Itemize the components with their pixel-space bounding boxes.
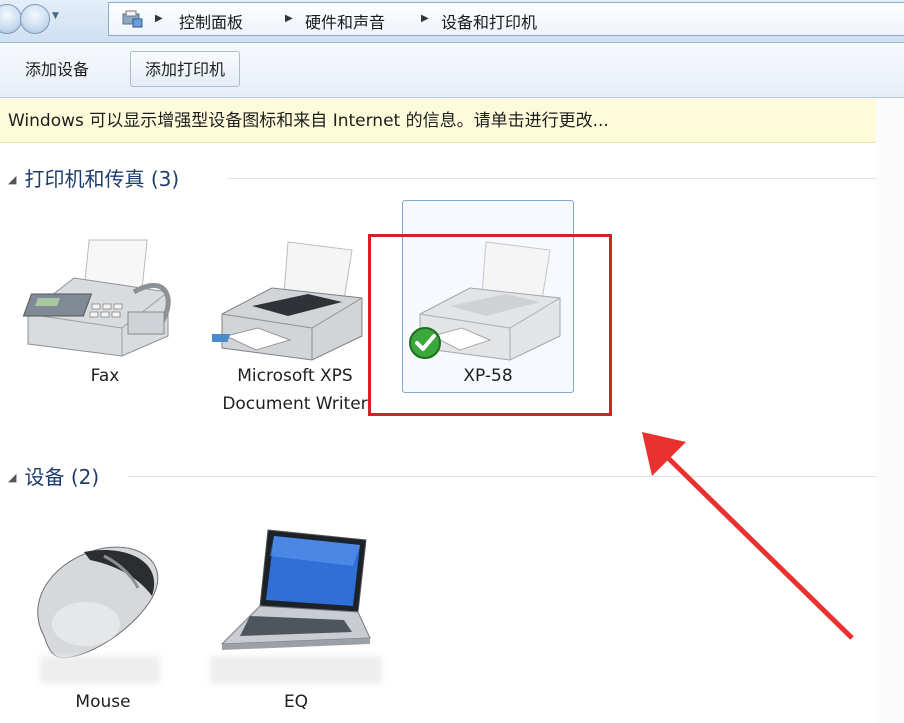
breadcrumb-separator-icon: ▶	[155, 13, 163, 24]
fax-icon[interactable]	[18, 232, 178, 362]
collapse-triangle-icon[interactable]: ◢	[8, 173, 16, 186]
group-header-printers[interactable]: ◢ 打印机和传真 (3)	[8, 163, 179, 192]
annotation-arrow-icon	[642, 432, 854, 640]
recent-pages-dropdown-icon[interactable]: ▼	[52, 11, 62, 25]
control-panel-icon	[122, 10, 143, 28]
breadcrumb-hardware-sound[interactable]: 硬件和声音	[305, 9, 385, 33]
obscured-device-name	[210, 656, 382, 684]
command-bar: 添加设备 添加打印机	[0, 43, 904, 98]
laptop-icon[interactable]	[214, 526, 374, 662]
address-bar: ▼ ▶ 控制面板 ▶ 硬件和声音 ▶ 设备和打印机	[0, 0, 904, 43]
device-label-eq[interactable]: EQ	[210, 688, 382, 716]
group-header-devices[interactable]: ◢ 设备 (2)	[8, 461, 99, 490]
mouse-icon[interactable]	[24, 540, 174, 670]
obscured-device-name	[40, 656, 160, 684]
window-right-edge	[876, 99, 904, 723]
breadcrumb-separator-icon: ▶	[285, 13, 293, 24]
collapse-triangle-icon[interactable]: ◢	[8, 471, 16, 484]
back-button[interactable]	[0, 4, 22, 34]
add-printer-button[interactable]: 添加打印机	[130, 51, 241, 87]
printer-icon[interactable]	[212, 236, 372, 366]
group-title-printers: 打印机和传真 (3)	[24, 167, 180, 191]
device-label-microsoft-xps[interactable]: Microsoft XPS Document Writer	[210, 362, 380, 418]
breadcrumb-control-panel[interactable]: 控制面板	[179, 9, 243, 33]
annotation-highlight-box	[368, 234, 612, 416]
address-field[interactable]: ▶ 控制面板 ▶ 硬件和声音 ▶ 设备和打印机	[108, 2, 904, 36]
device-label-mouse[interactable]: Mouse	[28, 688, 178, 716]
group-divider	[228, 178, 876, 179]
group-title-devices: 设备 (2)	[24, 465, 100, 489]
breadcrumb-separator-icon: ▶	[421, 13, 429, 24]
info-bar[interactable]: Windows 可以显示增强型设备图标和来自 Internet 的信息。请单击进…	[0, 99, 876, 143]
forward-button[interactable]	[20, 4, 50, 34]
breadcrumb-devices-printers[interactable]: 设备和打印机	[441, 9, 537, 33]
add-device-button[interactable]: 添加设备	[10, 51, 104, 87]
device-label-fax[interactable]: Fax	[30, 362, 180, 390]
